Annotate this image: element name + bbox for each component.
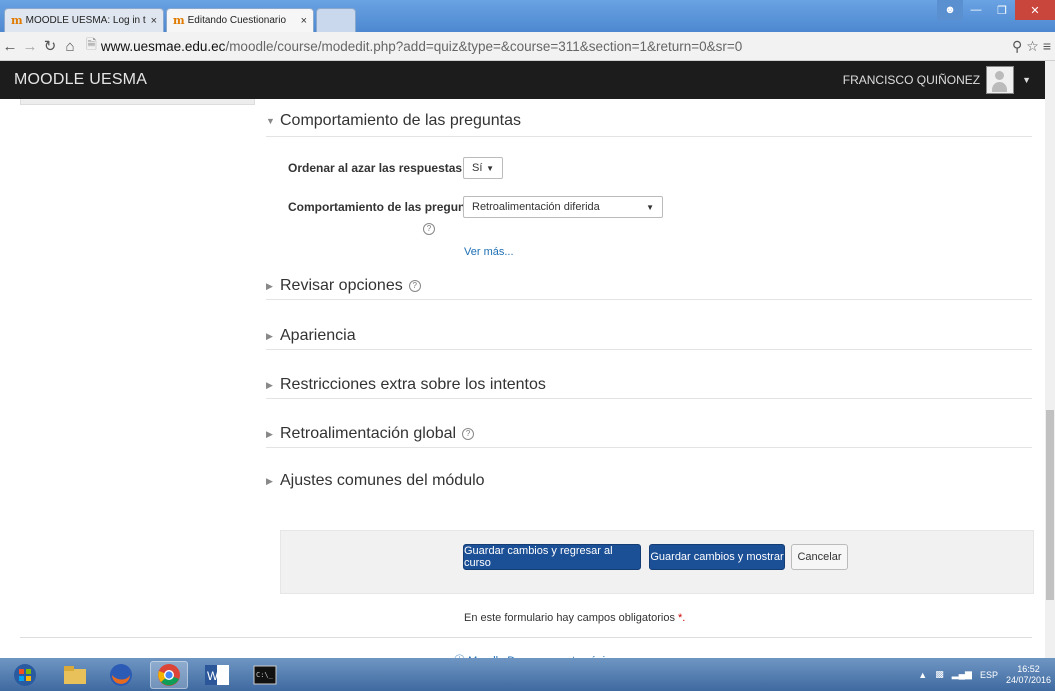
section-title: Comportamiento de las preguntas (280, 112, 522, 129)
tab-label: Editando Cuestionario (187, 15, 287, 26)
language-indicator[interactable]: ESP (980, 670, 998, 680)
new-tab-button[interactable] (316, 8, 356, 32)
user-profile-icon[interactable]: ☻ (937, 0, 963, 20)
collapsed-arrow-icon: ▶ (266, 475, 273, 486)
dropdown-arrow-icon: ▼ (646, 202, 654, 212)
moodle-navbar: MOODLE UESMA FRANCISCO QUIÑONEZ ▼ (0, 61, 1045, 99)
section-common-module-settings[interactable]: ▶ Ajustes comunes del módulo (266, 468, 1032, 494)
windows-taskbar: W C:\_ (0, 658, 1055, 691)
user-menu[interactable]: FRANCISCO QUIÑONEZ ▼ (843, 66, 1031, 94)
section-review-options[interactable]: ▶ Revisar opciones ? (266, 273, 1032, 300)
collapsed-arrow-icon: ▶ (266, 280, 273, 291)
browser-tab-editing[interactable]: m Editando Cuestionario × (166, 8, 314, 32)
left-block (20, 99, 255, 105)
section-extra-restrictions[interactable]: ▶ Restricciones extra sobre los intentos (266, 372, 1032, 399)
command-prompt-icon[interactable]: C:\_ (246, 661, 284, 689)
behaviour-select[interactable]: Retroalimentación diferida ▼ (463, 196, 663, 218)
help-icon[interactable]: ? (408, 280, 421, 292)
file-explorer-icon[interactable] (56, 661, 94, 689)
scrollbar-thumb[interactable] (1046, 410, 1054, 600)
required-star: *. (678, 612, 686, 624)
section-title: Restricciones extra sobre los intentos (280, 376, 546, 393)
shuffle-value: Sí (472, 162, 483, 174)
moodle-favicon-icon: m (11, 14, 23, 27)
svg-text:W: W (207, 669, 219, 683)
help-icon[interactable]: ? (423, 223, 435, 235)
close-window-button[interactable]: ✕ (1015, 0, 1055, 20)
menu-icon[interactable]: ≡ (1043, 38, 1051, 55)
dropdown-arrow-icon: ▼ (486, 163, 494, 173)
tab-close-icon[interactable]: × (151, 15, 157, 27)
collapsed-arrow-icon: ▶ (266, 330, 273, 341)
firefox-icon[interactable] (102, 661, 140, 689)
forward-arrow-icon[interactable]: → (20, 38, 40, 55)
svg-text:C:\_: C:\_ (256, 671, 274, 679)
clock[interactable]: 16:52 24/07/2016 (1006, 664, 1051, 686)
chrome-icon[interactable] (150, 661, 188, 689)
word-icon[interactable]: W (198, 661, 236, 689)
section-title: Revisar opciones (280, 277, 403, 294)
moodle-favicon-icon: m (173, 14, 185, 27)
browser-tab-strip: m MOODLE UESMA: Log in t × m Editando Cu… (0, 0, 1055, 32)
section-overall-feedback[interactable]: ▶ Retroalimentación global ? (266, 421, 1032, 448)
restore-button[interactable]: ❐ (989, 0, 1015, 20)
section-title: Apariencia (280, 327, 356, 344)
site-brand[interactable]: MOODLE UESMA (14, 71, 147, 89)
clock-date: 24/07/2016 (1005, 674, 1051, 685)
tab-close-icon[interactable]: × (301, 15, 307, 27)
window-controls: ☻ — ❐ ✕ (937, 0, 1055, 22)
minimize-button[interactable]: — (963, 0, 989, 20)
behaviour-value: Retroalimentación diferida (472, 201, 600, 213)
shuffle-label-row: Ordenar al azar las respuestas ? (288, 161, 484, 176)
address-bar: ← → ↻ ⌂ 🗎 www.uesmae.edu.ec/moodle/cours… (0, 32, 1055, 61)
shuffle-label: Ordenar al azar las respuestas (288, 161, 463, 175)
url-path: /moodle/course/modedit.php?add=quiz&type… (225, 38, 743, 54)
cancel-button[interactable]: Cancelar (791, 544, 848, 570)
required-note-text: En este formulario hay campos obligatori… (464, 612, 675, 624)
behaviour-label: Comportamiento de las preguntas (288, 200, 483, 214)
collapsed-arrow-icon: ▶ (266, 379, 273, 390)
zoom-icon[interactable]: ⚲ (1012, 38, 1022, 55)
tray-expand-icon[interactable]: ▲ (918, 670, 927, 680)
start-button[interactable] (6, 661, 44, 689)
system-tray: ▲ ▩ ▂▄▆ ESP 16:52 24/07/2016 (918, 658, 1051, 691)
tab-label: MOODLE UESMA: Log in t (25, 15, 146, 26)
caret-down-icon: ▼ (1022, 75, 1031, 85)
section-title: Ajustes comunes del módulo (280, 472, 485, 489)
signal-icon[interactable]: ▂▄▆ (952, 669, 972, 680)
shuffle-select[interactable]: Sí ▼ (463, 157, 503, 179)
help-icon[interactable]: ? (462, 428, 475, 440)
bookmark-star-icon[interactable]: ☆ (1026, 38, 1039, 55)
behaviour-label-row: Comportamiento de las preguntas (288, 200, 483, 214)
url-field[interactable]: 🗎 www.uesmae.edu.ec/moodle/course/modedi… (86, 36, 1006, 56)
collapsed-arrow-icon: ▶ (266, 428, 273, 439)
browser-tab-login[interactable]: m MOODLE UESMA: Log in t × (4, 8, 164, 32)
reload-icon[interactable]: ↻ (40, 37, 60, 55)
save-display-button[interactable]: Guardar cambios y mostrar (649, 544, 785, 570)
clock-time: 16:52 (1017, 663, 1040, 674)
back-arrow-icon[interactable]: ← (0, 38, 20, 55)
more-link[interactable]: Ver más... (464, 246, 514, 258)
section-appearance[interactable]: ▶ Apariencia (266, 323, 1032, 350)
home-icon[interactable]: ⌂ (60, 38, 80, 55)
expanded-arrow-icon: ▼ (266, 116, 275, 126)
avatar (986, 66, 1015, 94)
section-title: Retroalimentación global (280, 425, 457, 442)
required-fields-note: En este formulario hay campos obligatori… (464, 612, 685, 624)
footer-divider (20, 637, 1032, 638)
save-return-button[interactable]: Guardar cambios y regresar al curso (463, 544, 641, 570)
section-question-behaviour[interactable]: ▼ Comportamiento de las preguntas (266, 108, 1032, 137)
user-name: FRANCISCO QUIÑONEZ (842, 73, 981, 87)
url-domain: www.uesmae.edu.ec (100, 38, 226, 54)
page-icon: 🗎 (86, 36, 97, 52)
network-icon[interactable]: ▩ (935, 669, 944, 680)
